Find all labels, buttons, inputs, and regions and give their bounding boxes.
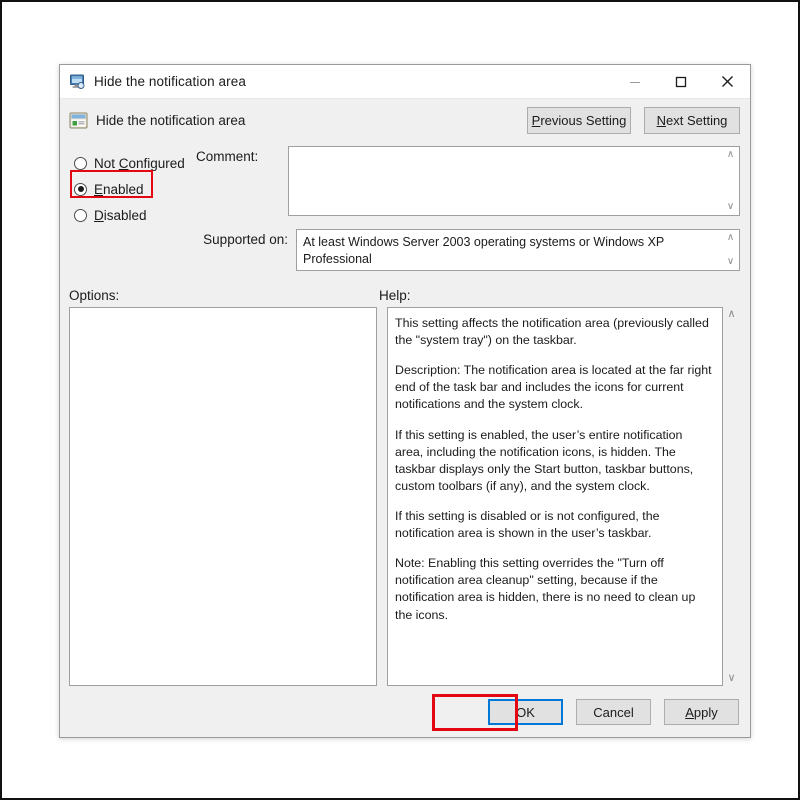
minimize-button[interactable] [612, 66, 658, 98]
supported-on-scrollbar[interactable]: ∧ ∨ [722, 230, 739, 270]
field-spacer [196, 216, 740, 229]
panel-gap [377, 307, 387, 686]
screenshot-root: Hide the notification area Hide the noti… [0, 0, 800, 800]
chevron-down-icon[interactable]: ∨ [727, 673, 735, 684]
next-setting-accel: N [656, 112, 666, 128]
next-setting-label: ext Setting [665, 112, 728, 128]
chevron-down-icon[interactable]: ∨ [727, 257, 734, 267]
chevron-up-icon[interactable]: ∧ [727, 233, 734, 243]
window-titlebar: Hide the notification area [60, 65, 750, 99]
chevron-up-icon[interactable]: ∧ [727, 309, 735, 320]
radio-enabled-mark [74, 182, 87, 196]
radio-not-configured-mark [74, 156, 87, 170]
help-label: Help: [379, 288, 411, 303]
supported-on-textbox[interactable]: At least Windows Server 2003 operating s… [296, 229, 740, 271]
radio-disabled-label: Disabled [94, 207, 147, 223]
options-label: Options: [69, 288, 120, 303]
supported-on-label: Supported on: [203, 232, 288, 247]
group-policy-setting-window: Hide the notification area Hide the noti… [59, 64, 751, 738]
chevron-down-icon[interactable]: ∨ [727, 202, 734, 212]
maximize-button[interactable] [658, 66, 704, 98]
previous-setting-button[interactable]: Previous Setting [527, 106, 631, 134]
radio-enabled[interactable]: Enabled [69, 176, 193, 202]
help-panel-wrapper: This setting affects the notification ar… [387, 307, 740, 686]
panel-label-row: Options: Help: [69, 288, 740, 303]
apply-label: pply [693, 704, 718, 720]
previous-setting-accel: P [531, 112, 541, 128]
comment-scrollbar[interactable]: ∧ ∨ [722, 147, 739, 215]
help-paragraph: Note: Enabling this setting overrides th… [395, 556, 696, 622]
chevron-up-icon[interactable]: ∧ [727, 150, 734, 160]
radio-disabled-mark [74, 208, 87, 222]
next-setting-button[interactable]: Next Setting [644, 106, 740, 134]
radio-not-configured-label: Not Configured [94, 155, 185, 171]
comment-supported-fields: Comment: ∧ ∨ Supported on: At least Wind… [193, 146, 740, 271]
window-title: Hide the notification area [94, 74, 246, 89]
taskbar-settings-icon [69, 112, 88, 129]
cancel-button[interactable]: Cancel [576, 699, 651, 725]
supported-on-value: At least Windows Server 2003 operating s… [303, 235, 665, 266]
help-scrollbar[interactable]: ∧ ∨ [723, 307, 740, 686]
computer-monitor-icon [69, 74, 86, 89]
help-panel: This setting affects the notification ar… [387, 307, 723, 686]
dialog-footer: OK Cancel Apply [60, 687, 750, 737]
ok-button[interactable]: OK [488, 699, 563, 725]
close-button[interactable] [704, 66, 750, 98]
comment-row: Comment: ∧ ∨ [196, 146, 740, 216]
window-body: Not Configured Enabled Disabled Comment:… [60, 141, 750, 687]
state-and-comment-block: Not Configured Enabled Disabled Comment:… [69, 146, 740, 271]
help-paragraph: If this setting is enabled, the user’s e… [395, 427, 694, 493]
radio-disabled[interactable]: Disabled [69, 202, 193, 228]
help-paragraph: This setting affects the notification ar… [395, 316, 709, 348]
setting-name: Hide the notification area [96, 112, 246, 128]
apply-button[interactable]: Apply [664, 699, 739, 725]
panel-row: This setting affects the notification ar… [69, 307, 740, 687]
apply-accel: A [685, 704, 694, 720]
help-paragraph: Description: The notification area is lo… [395, 363, 712, 412]
comment-value [289, 147, 722, 215]
help-paragraph: If this setting is disabled or is not co… [395, 508, 660, 541]
radio-not-configured[interactable]: Not Configured [69, 150, 193, 176]
options-panel[interactable] [69, 307, 377, 686]
previous-setting-label: revious Setting [540, 112, 627, 128]
setting-state-radio-group: Not Configured Enabled Disabled [69, 146, 193, 271]
supported-on-row: Supported on: At least Windows Server 20… [196, 229, 740, 271]
setting-header-bar: Hide the notification area Previous Sett… [60, 99, 750, 141]
radio-enabled-label: Enabled [94, 181, 144, 197]
comment-textbox[interactable]: ∧ ∨ [288, 146, 740, 216]
comment-label: Comment: [196, 149, 259, 164]
